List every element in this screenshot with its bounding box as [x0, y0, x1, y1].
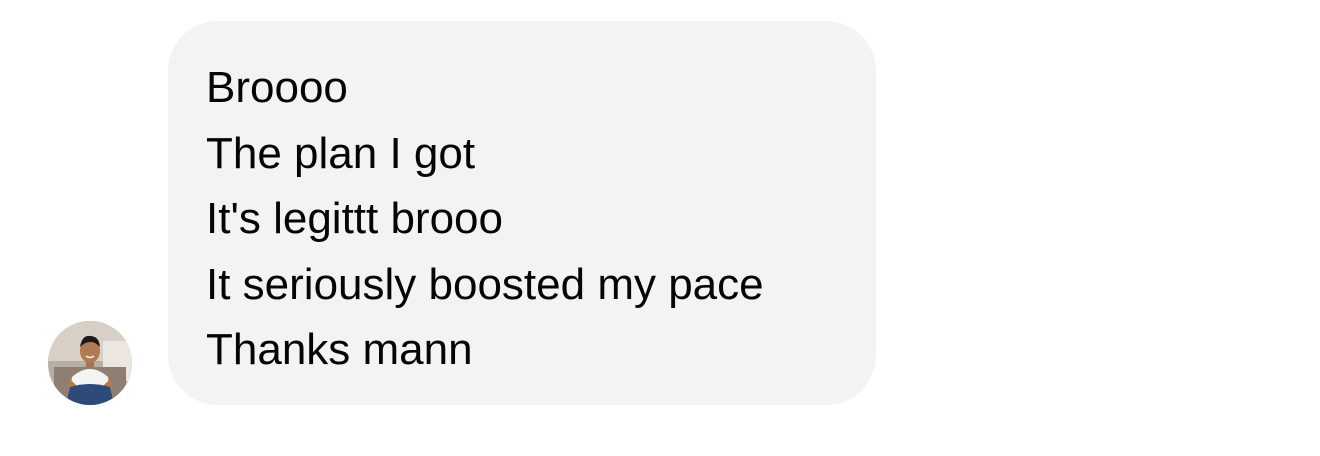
message-line: Broooo: [206, 63, 348, 112]
message-line: It seriously boosted my pace: [206, 259, 764, 309]
incoming-message-row: Broooo The plan I got It's legittt brooo…: [0, 0, 1320, 456]
message-line: It's legittt brooo: [206, 194, 503, 243]
message-line: Thanks mann: [206, 325, 473, 374]
profile-photo-icon: [48, 321, 132, 405]
sender-avatar[interactable]: [48, 321, 132, 405]
message-line: The plan I got: [206, 128, 476, 178]
message-bubble[interactable]: Broooo The plan I got It's legittt brooo…: [168, 21, 876, 405]
